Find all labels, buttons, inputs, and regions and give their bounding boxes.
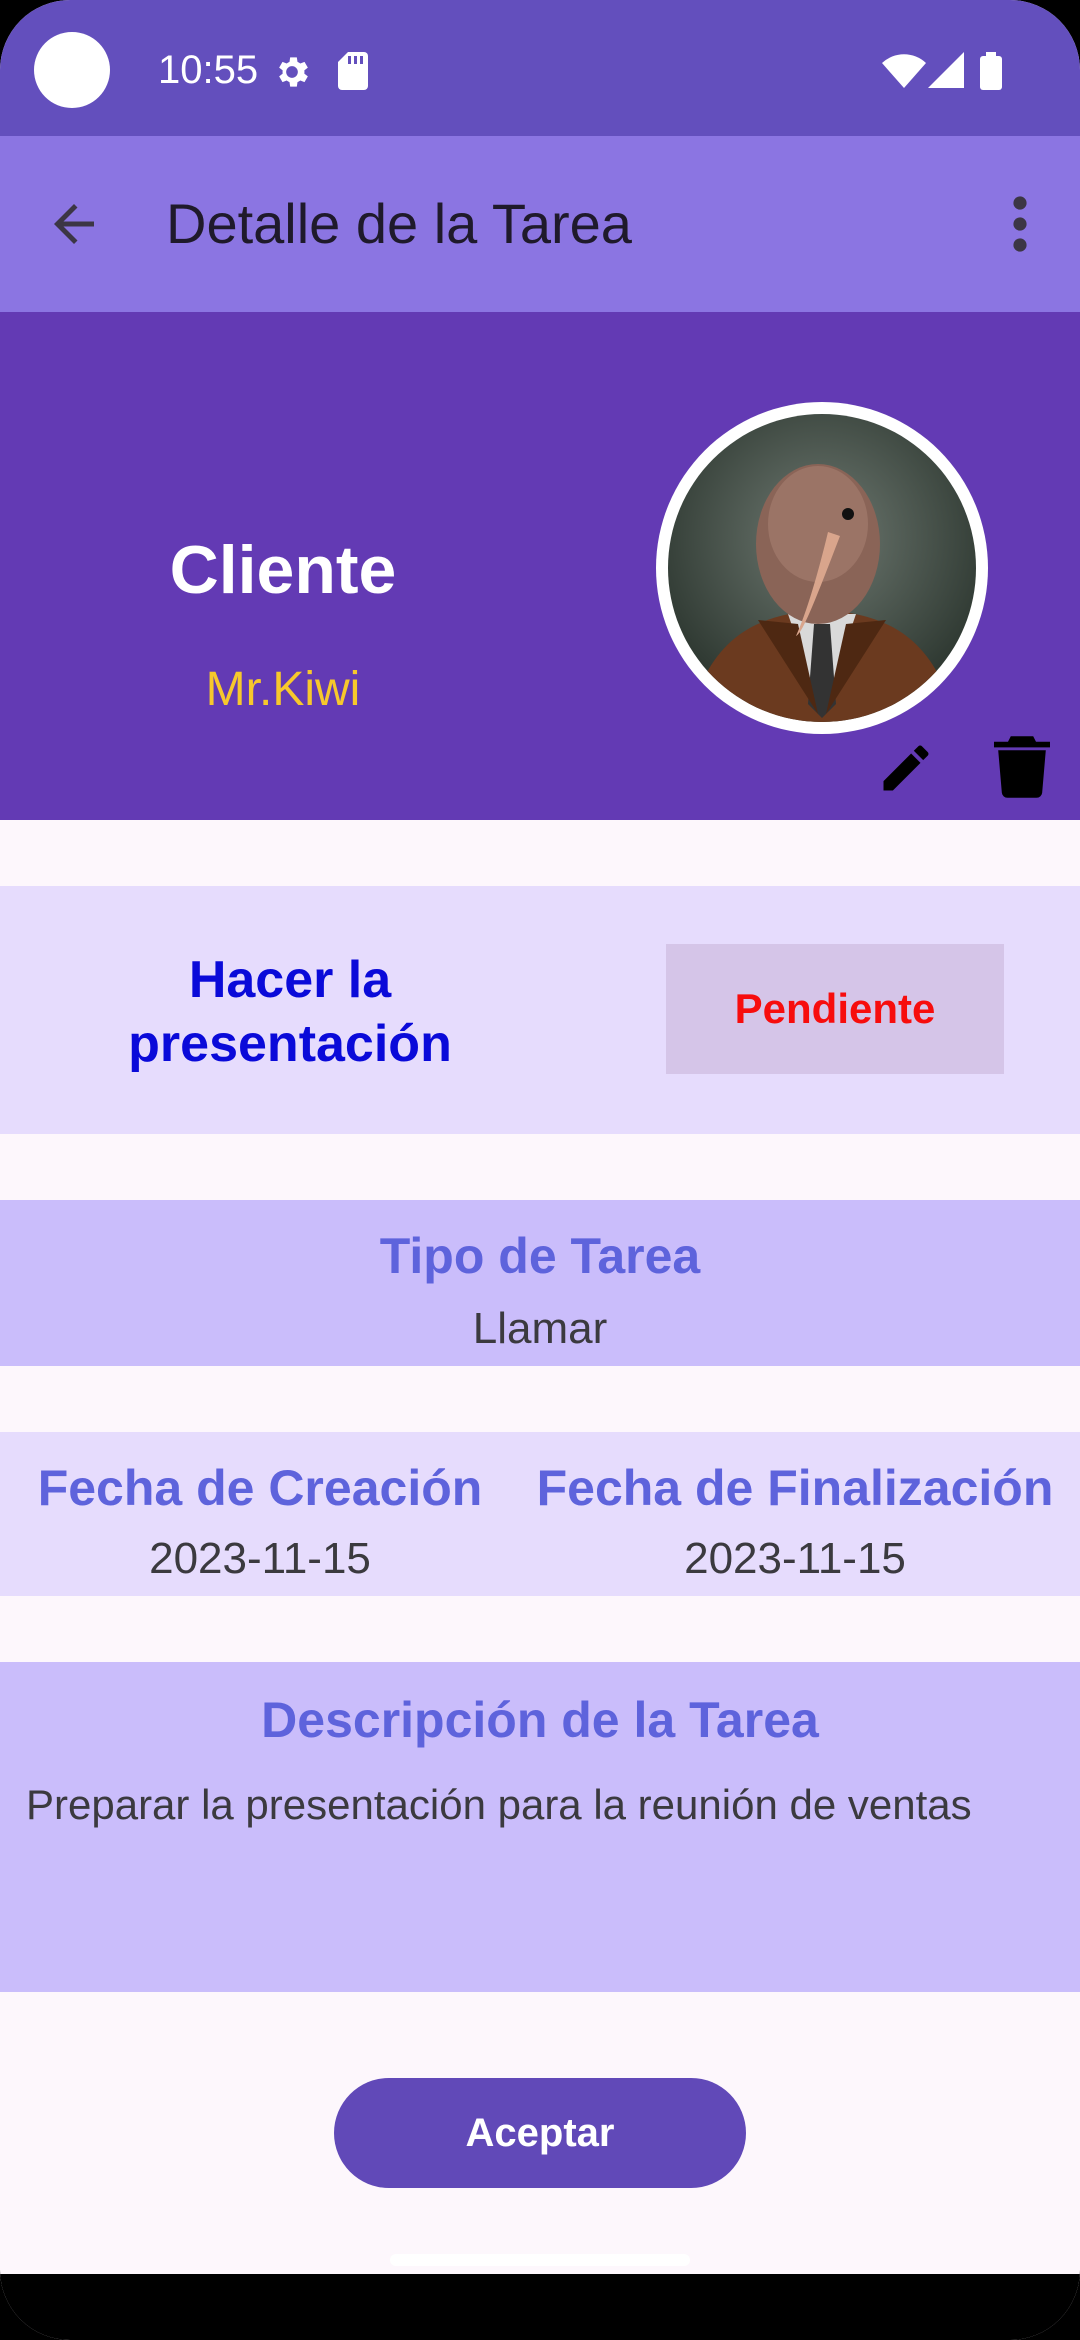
signal-icon	[928, 52, 964, 88]
avatar-image	[668, 414, 976, 722]
camera-cutout	[34, 32, 110, 108]
created-date-column: Fecha de Creación 2023-11-15	[30, 1458, 490, 1586]
task-type-card: Tipo de Tarea Llamar	[0, 1200, 1080, 1366]
description-heading: Descripción de la Tarea	[261, 1692, 819, 1748]
description-text: Preparar la presentación para la reunión…	[26, 1781, 972, 1828]
task-card: Hacer la presentación Pendiente	[0, 886, 1080, 1134]
created-date-value: 2023-11-15	[149, 1534, 371, 1583]
pencil-icon[interactable]	[876, 738, 936, 798]
battery-icon	[980, 52, 1002, 90]
finished-date-column: Fecha de Finalización 2023-11-15	[530, 1458, 1060, 1586]
created-date-heading: Fecha de Creación	[37, 1460, 483, 1516]
dates-card: Fecha de Creación 2023-11-15 Fecha de Fi…	[0, 1432, 1080, 1596]
client-header: Cliente Mr.Kiwi	[0, 312, 1080, 820]
more-vertical-icon[interactable]	[1002, 194, 1038, 254]
status-bar: 10:55	[0, 0, 1080, 136]
description-card: Descripción de la Tarea Preparar la pres…	[0, 1662, 1080, 1992]
home-indicator[interactable]	[390, 2254, 690, 2266]
app-bar: Detalle de la Tarea	[0, 136, 1080, 312]
sd-card-icon	[338, 52, 368, 90]
status-time: 10:55	[158, 48, 259, 92]
avatar	[656, 402, 988, 734]
navigation-bar	[0, 2274, 1080, 2340]
finished-date-value: 2023-11-15	[684, 1534, 906, 1583]
task-type-value: Llamar	[472, 1304, 608, 1353]
wifi-icon	[882, 54, 926, 88]
task-type-heading: Tipo de Tarea	[379, 1228, 701, 1284]
screen: 10:55 Detalle de la Tarea Cliente Mr.Kiw…	[0, 0, 1080, 2340]
arrow-left-icon[interactable]	[44, 194, 104, 254]
page-title: Detalle de la Tarea	[166, 192, 632, 255]
client-label: Cliente	[169, 532, 397, 608]
client-name: Mr.Kiwi	[205, 663, 361, 716]
gear-icon	[279, 57, 308, 87]
accept-button[interactable]: Aceptar	[334, 2078, 746, 2188]
finished-date-heading: Fecha de Finalización	[536, 1460, 1054, 1516]
status-button[interactable]: Pendiente	[666, 944, 1004, 1074]
task-title: Hacer la presentación	[128, 951, 452, 1073]
trash-icon[interactable]	[994, 736, 1050, 798]
